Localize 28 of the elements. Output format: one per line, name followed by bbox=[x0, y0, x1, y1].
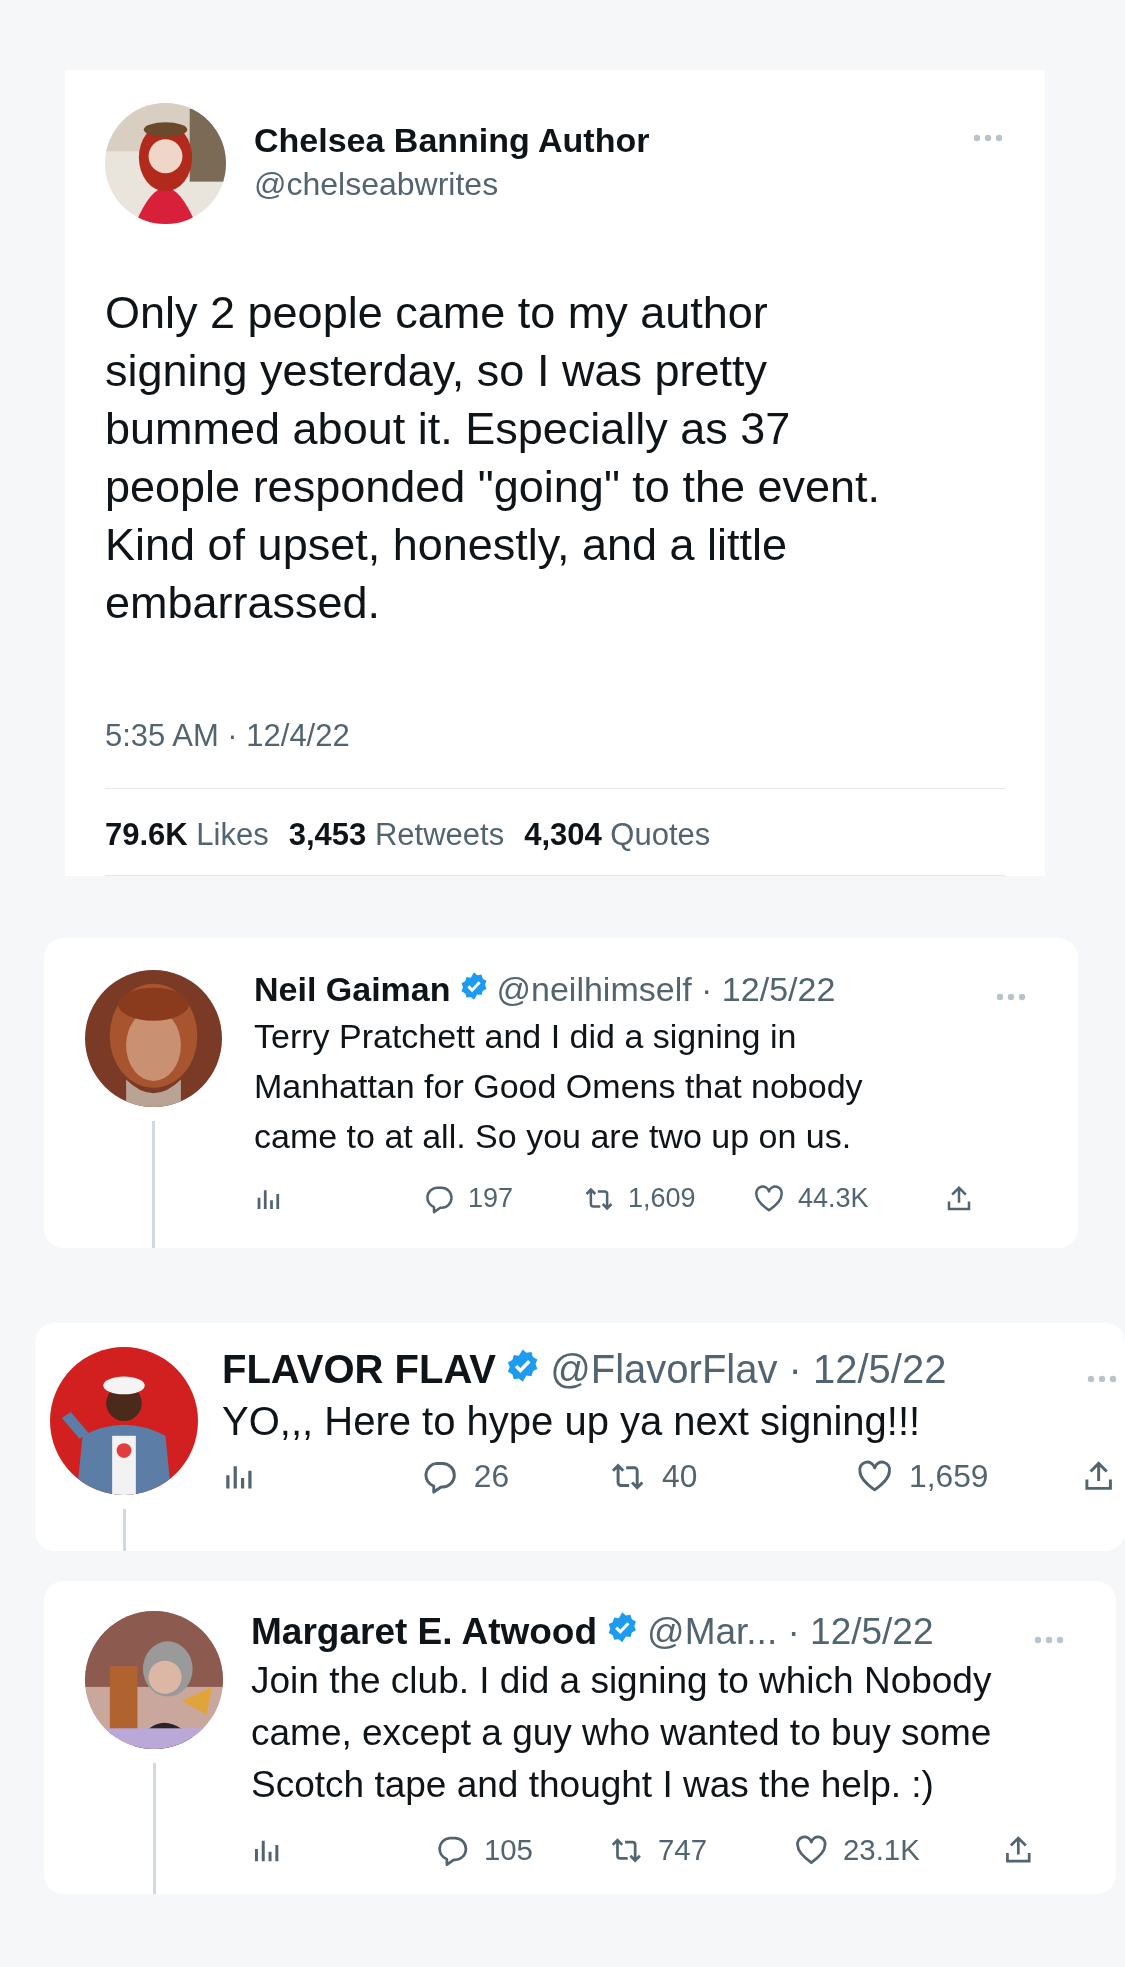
reply-text: Terry Pratchett and I did a signing in Manhattan for Good Omens that nobody came to at all. So you are two up on us. bbox=[254, 1016, 864, 1157]
thread-line bbox=[122, 1509, 126, 1551]
stat-link[interactable]: 4,304 Quotes bbox=[524, 817, 711, 853]
reply-text: YO,,, Here to hype up ya next signing!!! bbox=[222, 1398, 922, 1445]
retweet-count: 1,609 bbox=[628, 1183, 696, 1214]
heart-icon[interactable] bbox=[754, 1183, 784, 1214]
reply-count: 26 bbox=[473, 1458, 510, 1495]
author-handle[interactable]: @FlavorFlav · 12/5/22 bbox=[550, 1347, 947, 1392]
heart-icon[interactable] bbox=[795, 1833, 828, 1867]
reply-count: 105 bbox=[483, 1833, 533, 1867]
tweet-text: Only 2 people came to my author signing yesterday, so I was pretty bummed about it. Especially as 37 people responded "going" to the event. Kind of upset, honestly, and a little embarrassed. bbox=[105, 286, 882, 630]
author-name[interactable]: Chelsea Banning Author bbox=[254, 120, 945, 160]
stat-link[interactable]: 3,453 Retweets bbox=[288, 817, 505, 853]
like-count: 1,659 bbox=[909, 1458, 989, 1495]
retweet-count: 747 bbox=[658, 1833, 707, 1867]
author-name[interactable]: Margaret E. Atwood bbox=[251, 1611, 598, 1653]
retweet-count: 40 bbox=[662, 1458, 698, 1495]
author-handle[interactable]: @chelseabwrites bbox=[254, 165, 945, 203]
timestamp: 5:35 AM · 12/4/22 bbox=[105, 718, 1005, 789]
author-name[interactable]: FLAVOR FLAV bbox=[222, 1347, 497, 1392]
author-handle[interactable]: @Mar... · 12/5/22 bbox=[647, 1611, 934, 1653]
author-handle[interactable]: @neilhimself · 12/5/22 bbox=[496, 970, 836, 1009]
reply-text: Join the club. I did a signing to which Nobody came, except a guy who wanted to buy some Scotch tape and thought I was the help. :) bbox=[251, 1659, 993, 1807]
like-count: 44.3K bbox=[798, 1183, 869, 1214]
author-name[interactable]: Neil Gaiman bbox=[254, 970, 451, 1009]
stat-link[interactable]: 79.6K Likes bbox=[105, 817, 269, 853]
reply-count: 197 bbox=[468, 1183, 514, 1214]
like-count: 23.1K bbox=[843, 1833, 920, 1867]
